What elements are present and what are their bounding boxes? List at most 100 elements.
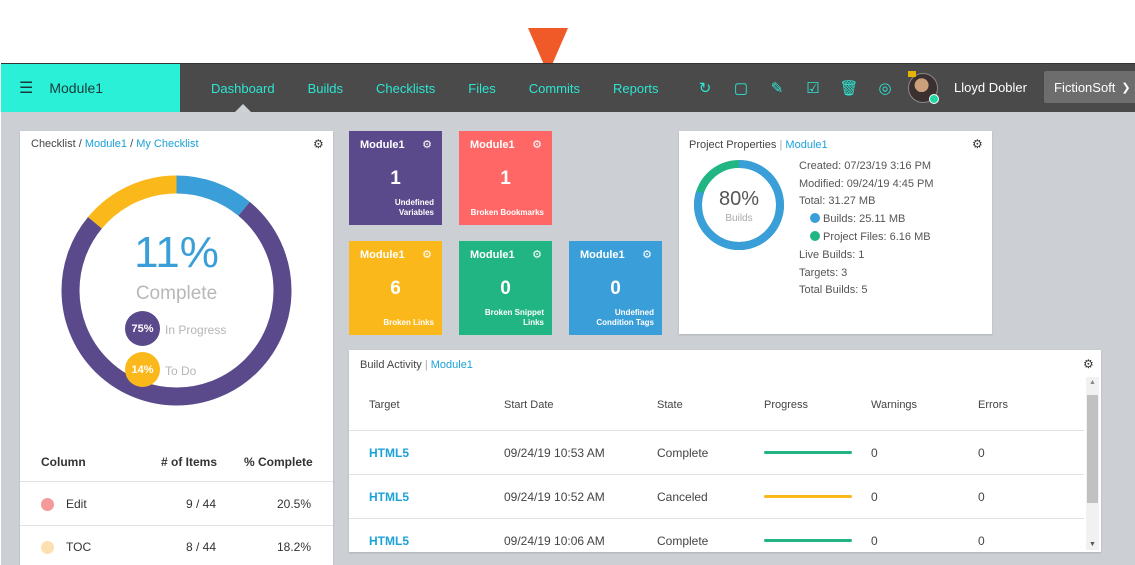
row-edit-items: 9 / 44 [186, 497, 217, 511]
gear-icon[interactable]: ⚙ [532, 138, 542, 151]
tile-broken-snippet-links[interactable]: Module1 ⚙ 0 Broken Snippet Links [459, 241, 552, 335]
crumb-checklist[interactable]: Checklist [31, 138, 76, 150]
nav-commits[interactable]: Commits [529, 81, 580, 96]
tile-value: 1 [500, 168, 511, 189]
checklist-icon[interactable]: ☑ [795, 79, 831, 97]
hamburger-menu-icon[interactable]: ☰ [19, 78, 33, 98]
add-widget-icon[interactable]: ▢ [723, 79, 759, 97]
row-toc-items: 8 / 44 [186, 540, 217, 554]
trash-icon[interactable]: 🗑 [831, 79, 867, 97]
row3-date: 09/24/19 10:06 AM [504, 534, 605, 548]
row1-date: 09/24/19 10:53 AM [504, 446, 605, 460]
col-target[interactable]: Target [369, 399, 400, 411]
refresh-icon[interactable]: ↻ [687, 79, 723, 97]
gear-icon[interactable]: ⚙ [1083, 357, 1094, 371]
divider [349, 430, 1084, 431]
chevron-down-icon: ❯ [1121, 81, 1131, 94]
col-header-items: # of Items [161, 455, 218, 469]
widget-title: Project Properties | Module1 [689, 139, 828, 151]
tile-value: 0 [610, 278, 621, 299]
tile-broken-links[interactable]: Module1 ⚙ 6 Broken Links [349, 241, 442, 335]
complete-label: Complete [135, 283, 218, 304]
row3-progress-bar [764, 539, 852, 542]
row-toc-pct: 18.2% [277, 540, 312, 554]
row1-errors: 0 [978, 446, 985, 460]
row1-state: Complete [657, 446, 709, 460]
toolbar: ↻ ▢ ✎ ☑ 🗑 ◎ [687, 64, 903, 112]
build-activity-widget: Build Activity | Module1 ⚙ Target Start … [349, 350, 1101, 552]
modified: Modified: 09/24/19 4:45 PM [799, 178, 934, 190]
org-name: FictionSoft [1054, 79, 1116, 95]
in-progress-label: In Progress [165, 323, 227, 337]
col-progress[interactable]: Progress [764, 399, 808, 411]
nav-builds[interactable]: Builds [308, 81, 343, 96]
gear-icon[interactable]: ⚙ [532, 248, 542, 261]
gear-icon[interactable]: ⚙ [313, 137, 324, 151]
top-nav-bar: ☰ Module1 Dashboard Builds Checklists Fi… [1, 63, 1135, 112]
col-warnings[interactable]: Warnings [871, 399, 917, 411]
online-status-icon [929, 94, 939, 104]
nav-reports[interactable]: Reports [613, 81, 659, 96]
toc-color-dot [41, 541, 54, 554]
builds-dot [810, 213, 820, 223]
crumb-my-checklist[interactable]: My Checklist [136, 138, 198, 150]
avatar[interactable] [908, 71, 939, 104]
row-edit-name[interactable]: Edit [66, 497, 87, 511]
row3-target[interactable]: HTML5 [369, 534, 409, 548]
row-edit-pct: 20.5% [277, 497, 312, 511]
edit-pencil-icon[interactable]: ✎ [759, 79, 795, 97]
nav-dashboard[interactable]: Dashboard [211, 81, 275, 112]
col-header-column: Column [41, 455, 86, 469]
nav-files[interactable]: Files [468, 81, 495, 96]
module-link[interactable]: Module1 [785, 139, 827, 151]
divider [349, 474, 1084, 475]
tile-undefined-condition-tags[interactable]: Module1 ⚙ 0 Undefined Condition Tags [569, 241, 662, 335]
to-do-label: To Do [165, 364, 197, 378]
divider [20, 481, 333, 482]
row2-target[interactable]: HTML5 [369, 490, 409, 504]
row-toc-name[interactable]: TOC [66, 540, 91, 554]
gear-icon[interactable]: ⚙ [972, 137, 983, 151]
files-size: Project Files: 6.16 MB [810, 231, 931, 243]
tile-label: Broken Bookmarks [470, 208, 544, 217]
scroll-down-icon[interactable]: ▼ [1086, 541, 1099, 548]
tile-label: Broken Links [383, 318, 434, 327]
col-errors[interactable]: Errors [978, 399, 1008, 411]
targets: Targets: 3 [799, 267, 848, 279]
tile-value: 0 [500, 278, 511, 299]
gear-icon[interactable]: ⚙ [422, 138, 432, 151]
col-start-date[interactable]: Start Date [504, 399, 554, 411]
divider [349, 518, 1084, 519]
gear-icon[interactable]: ⚙ [642, 248, 652, 261]
row3-errors: 0 [978, 534, 985, 548]
gear-icon[interactable]: ⚙ [422, 248, 432, 261]
total-builds: Total Builds: 5 [799, 284, 868, 296]
tile-title: Module1 [470, 249, 515, 261]
user-name[interactable]: Lloyd Dobler [954, 80, 1027, 95]
target-icon[interactable]: ◎ [867, 79, 903, 97]
dashboard-canvas: Checklist / Module1 / My Checklist ⚙ 11%… [1, 112, 1135, 565]
vertical-scrollbar[interactable]: ▲ ▼ [1086, 377, 1099, 550]
nav-checklists[interactable]: Checklists [376, 81, 435, 96]
total-size: Total: 31.27 MB [799, 195, 876, 207]
row1-target[interactable]: HTML5 [369, 446, 409, 460]
scroll-thumb[interactable] [1087, 395, 1098, 503]
tile-title: Module1 [360, 249, 405, 261]
row2-errors: 0 [978, 490, 985, 504]
crown-icon [908, 71, 916, 77]
tile-undefined-variables[interactable]: Module1 ⚙ 1 Undefined Variables [349, 131, 442, 225]
org-dropdown[interactable]: FictionSoft ❯ [1044, 71, 1135, 103]
col-state[interactable]: State [657, 399, 683, 411]
module-name: Module1 [49, 80, 104, 96]
crumb-module[interactable]: Module1 [85, 138, 127, 150]
tile-title: Module1 [580, 249, 625, 261]
module-link[interactable]: Module1 [431, 359, 473, 371]
to-do-badge: 14% [125, 352, 160, 387]
scroll-up-icon[interactable]: ▲ [1086, 379, 1099, 386]
col-header-complete: % Complete [244, 455, 313, 469]
widget-title: Build Activity | Module1 [360, 359, 473, 371]
tile-broken-bookmarks[interactable]: Module1 ⚙ 1 Broken Bookmarks [459, 131, 552, 225]
row3-state: Complete [657, 534, 709, 548]
builds-size: Builds: 25.11 MB [810, 213, 905, 225]
module-brand[interactable]: ☰ Module1 [1, 64, 180, 112]
